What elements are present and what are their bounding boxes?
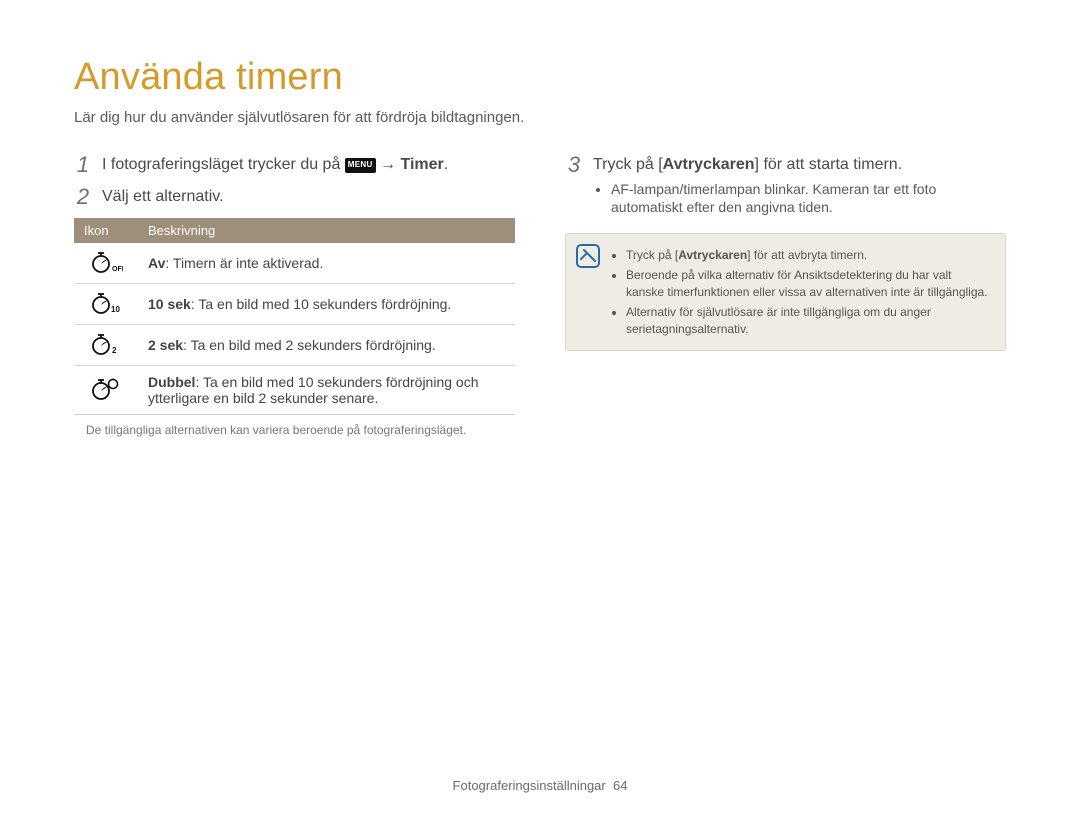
note-bold: Avtryckaren: [678, 248, 747, 262]
option-rest: : Ta en bild med 10 sekunders fördröjnin…: [148, 374, 478, 406]
step-1: 1 I fotograferingsläget trycker du på ME…: [74, 154, 515, 176]
manual-page: Använda timern Lär dig hur du använder s…: [0, 0, 1080, 815]
table-row: Av: Timern är inte aktiverad.: [74, 243, 515, 284]
option-name: 2 sek: [148, 337, 183, 353]
step-text: Tryck på [Avtryckaren] för att starta ti…: [593, 154, 1006, 219]
right-column: 3 Tryck på [Avtryckaren] för att starta …: [565, 148, 1006, 439]
page-intro: Lär dig hur du använder självutlösaren f…: [74, 109, 1006, 126]
step-3: 3 Tryck på [Avtryckaren] för att starta …: [565, 154, 1006, 219]
options-table: Ikon Beskrivning Av: Timern är inte akti…: [74, 218, 515, 415]
step-number: 1: [74, 154, 92, 176]
option-name: Dubbel: [148, 374, 195, 390]
table-footnote: De tillgängliga alternativen kan variera…: [86, 423, 515, 439]
option-rest: : Ta en bild med 2 sekunders fördröjning…: [183, 337, 436, 353]
menu-icon: MENU: [345, 158, 376, 173]
note-prefix: Tryck på [: [626, 248, 678, 262]
timer-off-icon: [74, 243, 138, 284]
step-number: 3: [565, 154, 583, 176]
option-description: 2 sek: Ta en bild med 2 sekunders fördrö…: [138, 325, 515, 366]
page-footer: Fotograferingsinställningar 64: [0, 778, 1080, 793]
step-number: 2: [74, 186, 92, 208]
page-title: Använda timern: [74, 56, 1006, 99]
step-bullets: AF-lampan/timerlampan blinkar. Kameran t…: [593, 180, 1006, 218]
bullet-item: AF-lampan/timerlampan blinkar. Kameran t…: [611, 180, 1006, 218]
option-rest: : Ta en bild med 10 sekunders fördröjnin…: [191, 296, 451, 312]
option-rest: : Timern är inte aktiverad.: [165, 255, 323, 271]
step-text: Välj ett alternativ.: [102, 186, 515, 208]
step-text-bold: Avtryckaren: [663, 156, 755, 173]
step-text-arrow: →: [376, 156, 401, 173]
timer-double-icon: [74, 366, 138, 415]
two-column-layout: 1 I fotograferingsläget trycker du på ME…: [74, 148, 1006, 439]
step-text-bold: Timer: [400, 156, 443, 173]
table-row: Dubbel: Ta en bild med 10 sekunders förd…: [74, 366, 515, 415]
option-description: Av: Timern är inte aktiverad.: [138, 243, 515, 284]
option-description: 10 sek: Ta en bild med 10 sekunders förd…: [138, 284, 515, 325]
note-box: Tryck på [Avtryckaren] för att avbryta t…: [565, 233, 1006, 351]
note-suffix: ] för att avbryta timern.: [747, 248, 867, 262]
option-name: Av: [148, 255, 165, 271]
footer-page-number: 64: [613, 778, 627, 793]
step-text: I fotograferingsläget trycker du på MENU…: [102, 154, 515, 176]
note-list: Tryck på [Avtryckaren] för att avbryta t…: [610, 247, 991, 337]
left-column: 1 I fotograferingsläget trycker du på ME…: [74, 148, 515, 439]
th-icon: Ikon: [74, 218, 138, 243]
note-item: Alternativ för självutlösare är inte til…: [626, 304, 991, 338]
step-text-suffix: .: [444, 156, 448, 173]
note-item: Beroende på vilka alternativ för Ansikts…: [626, 267, 991, 301]
footer-section: Fotograferingsinställningar: [453, 778, 606, 793]
step-text-prefix: Tryck på [: [593, 156, 663, 173]
timer-10sec-icon: [74, 284, 138, 325]
note-icon: [576, 244, 600, 271]
option-description: Dubbel: Ta en bild med 10 sekunders förd…: [138, 366, 515, 415]
note-item: Tryck på [Avtryckaren] för att avbryta t…: [626, 247, 991, 264]
table-row: 2 sek: Ta en bild med 2 sekunders fördrö…: [74, 325, 515, 366]
step-text-suffix: ] för att starta timern.: [755, 156, 903, 173]
option-name: 10 sek: [148, 296, 191, 312]
table-row: 10 sek: Ta en bild med 10 sekunders förd…: [74, 284, 515, 325]
step-2: 2 Välj ett alternativ.: [74, 186, 515, 208]
table-header-row: Ikon Beskrivning: [74, 218, 515, 243]
th-description: Beskrivning: [138, 218, 515, 243]
step-text-prefix: I fotograferingsläget trycker du på: [102, 156, 345, 173]
timer-2sec-icon: [74, 325, 138, 366]
